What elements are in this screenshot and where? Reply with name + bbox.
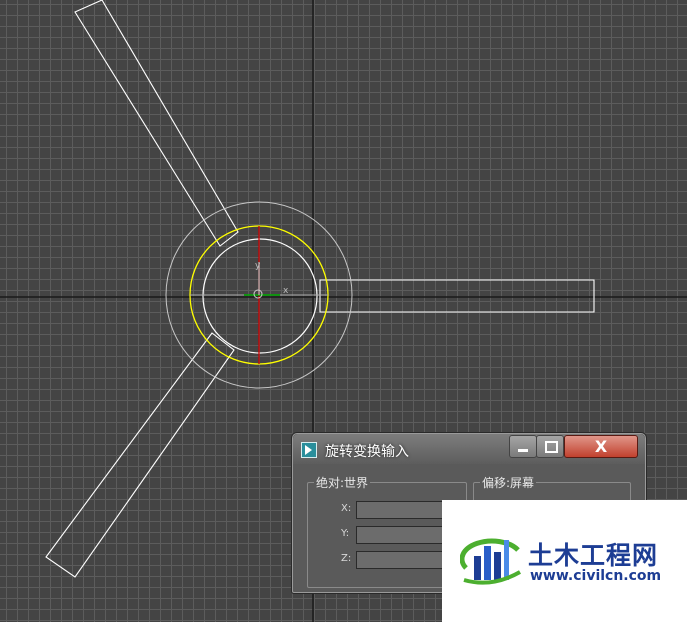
- maximize-icon: [545, 441, 558, 453]
- blade-upper-left[interactable]: [74, 0, 239, 247]
- abs-z-label: Z:: [341, 553, 352, 564]
- dialog-titlebar[interactable]: 旋转变换输入 X: [293, 434, 645, 464]
- watermark-site-name: 土木工程网: [528, 541, 659, 570]
- abs-x-label: X:: [341, 503, 352, 514]
- site-watermark: 土木工程网 www.civilcn.com: [442, 500, 687, 622]
- close-icon: X: [594, 437, 608, 456]
- abs-z-input[interactable]: [356, 551, 446, 569]
- absolute-world-label: 绝对:世界: [314, 474, 371, 491]
- hub-outline[interactable]: [202, 238, 318, 354]
- civilcn-logo-icon: [460, 538, 521, 585]
- blade-right[interactable]: [319, 279, 595, 313]
- minimize-icon: [518, 449, 528, 452]
- dialog-title: 旋转变换输入: [325, 444, 409, 460]
- gizmo-x-label: x: [283, 286, 289, 296]
- watermark-site-url: www.civilcn.com: [530, 568, 662, 584]
- maximize-button[interactable]: [536, 435, 564, 458]
- abs-y-label: Y:: [341, 528, 350, 539]
- offset-screen-label: 偏移:屏幕: [480, 474, 537, 491]
- abs-x-input[interactable]: [356, 501, 446, 519]
- 3dsmax-app-icon: [301, 442, 317, 458]
- gizmo-y-label: y: [255, 261, 261, 271]
- abs-y-input[interactable]: [356, 526, 446, 544]
- blade-lower-left[interactable]: [45, 332, 235, 578]
- close-button[interactable]: X: [564, 435, 638, 458]
- minimize-button[interactable]: [509, 435, 537, 458]
